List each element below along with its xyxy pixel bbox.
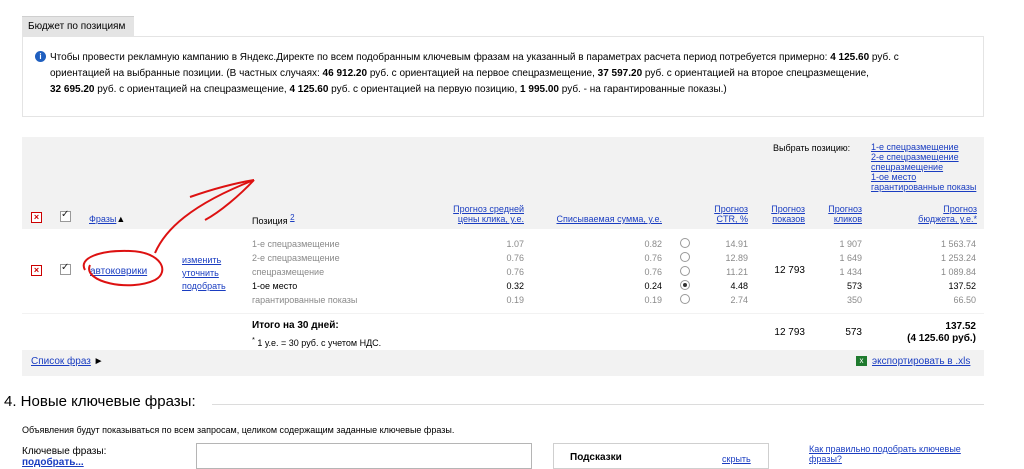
row-radio[interactable] [680,252,690,262]
delete-all-icon[interactable]: × [31,212,42,223]
pick-keywords-link[interactable]: подобрать... [22,457,84,468]
row-ctr: 12.89 [725,253,748,263]
row-charged: 0.82 [644,239,662,249]
position-link-first-place[interactable]: 1-ое место [871,172,916,182]
total-budget-rub: (4 125.60 руб.) [907,333,976,344]
hide-hints-link[interactable]: скрыть [722,454,751,464]
excel-icon[interactable]: x [856,356,867,366]
keywords-label: Ключевые фразы: [22,446,107,457]
row-budget: 137.52 [948,281,976,291]
impressions-value: 12 793 [774,265,805,276]
row-charged: 0.24 [644,281,662,291]
budget-info-text: Чтобы провести рекламную кампанию в Янде… [50,52,899,95]
row-ctr: 11.21 [726,267,748,277]
row-charged: 0.76 [644,253,662,263]
header-charged-sum[interactable]: Списываемая сумма, у.е. [540,214,662,224]
position-link-special[interactable]: спецразмещение [871,162,943,172]
header-clicks[interactable]: Прогноз кликов [816,204,862,224]
section-description: Объявления будут показываться по всем за… [22,425,455,435]
position-links: 1-е спецразмещение 2-е спецразмещение сп… [871,142,976,192]
total-label: Итого на 30 дней: [252,320,339,331]
total-budget: 137.52 [945,321,976,332]
row-budget: 66.50 [953,295,976,305]
row-clicks: 573 [846,281,862,291]
row-cpc: 1.07 [506,239,524,249]
hints-title: Подсказки [570,452,622,463]
keywords-textarea[interactable] [196,443,532,469]
position-footnote-link[interactable]: 2 [290,213,294,222]
row-cpc: 0.19 [506,295,524,305]
row-cpc: 0.32 [506,281,524,291]
position-link-guaranteed[interactable]: гарантированные показы [871,182,976,192]
delete-phrase-icon[interactable]: × [31,265,42,276]
header-impressions[interactable]: Прогноз показов [760,204,805,224]
row-radio[interactable] [680,294,690,304]
annotation-arrow-icon [82,179,255,287]
row-ctr: 14.91 [725,239,748,249]
header-budget[interactable]: Прогноз бюджета, у.е.* [895,204,977,224]
row-ctr: 4.48 [730,281,748,291]
budget-tab: Бюджет по позициям [22,16,134,36]
position-link-special2[interactable]: 2-е спецразмещение [871,152,959,162]
export-xls-link[interactable]: экспортировать в .xls [872,356,970,367]
total-clicks: 573 [845,327,862,338]
phrase-list-toggle[interactable]: Список фраз ► [31,356,104,367]
row-clicks: 350 [846,295,862,305]
info-icon: i [35,51,46,62]
row-budget: 1 563.74 [940,239,976,249]
row-cpc: 0.76 [506,253,524,263]
row-ctr: 2.74 [730,295,748,305]
triangle-right-icon: ► [93,356,104,367]
header-avg-cpc[interactable]: Прогноз средней цены клика, у.е. [430,204,524,224]
row-clicks: 1 649 [839,253,862,263]
row-radio-selected[interactable] [680,280,690,290]
header-ctr[interactable]: Прогноз CTR, % [700,204,748,224]
row-budget: 1 089.84 [940,267,976,277]
position-link-special1[interactable]: 1-е спецразмещение [871,142,959,152]
section-divider [212,404,984,405]
section-title: 4. Новые ключевые фразы: [4,393,196,410]
row-charged: 0.19 [644,295,662,305]
row-budget: 1 253.24 [940,253,976,263]
row-clicks: 1 907 [839,239,862,249]
row-radio[interactable] [680,266,690,276]
row-radio[interactable] [680,238,690,248]
howto-link[interactable]: Как правильно подобрать ключевые фразы? [809,444,961,464]
row-clicks: 1 434 [839,267,862,277]
row-charged: 0.76 [644,267,662,277]
total-note: * 1 у.е. = 30 руб. с учетом НДС. [252,335,382,348]
row-cpc: 0.76 [506,267,524,277]
total-impressions: 12 793 [774,327,805,338]
choose-position-label: Выбрать позицию: [773,143,851,153]
